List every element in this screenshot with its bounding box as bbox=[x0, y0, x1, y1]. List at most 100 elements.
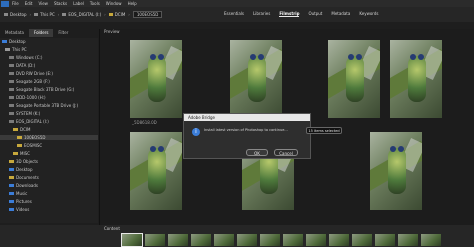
image-thumbnail[interactable] bbox=[390, 40, 442, 118]
filmstrip-thumbnail[interactable] bbox=[260, 234, 280, 246]
tab-filter[interactable]: Filter bbox=[53, 29, 73, 37]
breadcrumb-desktop[interactable]: Desktop bbox=[10, 12, 27, 17]
image-thumbnail[interactable] bbox=[230, 40, 282, 118]
tree-item-label: This PC bbox=[12, 47, 27, 52]
breadcrumb: Desktop › This PC › EOS_DIGITAL (I:) › D… bbox=[4, 11, 163, 18]
tree-item-this-pc[interactable]: This PC bbox=[5, 47, 27, 52]
image-thumbnail[interactable] bbox=[370, 132, 422, 210]
filmstrip-thumbnail[interactable] bbox=[398, 234, 418, 246]
tree-item-data-d[interactable]: DATA (D:) bbox=[9, 63, 35, 68]
dragonfly-eye bbox=[356, 54, 362, 60]
drive-icon bbox=[9, 112, 14, 115]
tree-item-downloads[interactable]: Downloads bbox=[9, 183, 38, 188]
folder-icon bbox=[17, 144, 22, 147]
tree-item-misc[interactable]: MISC bbox=[13, 151, 30, 156]
tree-item-desktop[interactable]: Desktop bbox=[2, 39, 26, 44]
folder-icon bbox=[13, 128, 18, 131]
ok-button[interactable]: OK bbox=[246, 149, 268, 156]
tree-item-desktop-2[interactable]: Desktop bbox=[9, 167, 33, 172]
workspace-metadata[interactable]: Metadata bbox=[331, 11, 350, 17]
computer-icon bbox=[5, 48, 10, 51]
filmstrip-thumbnail[interactable] bbox=[214, 234, 234, 246]
image-thumbnail[interactable] bbox=[328, 40, 380, 118]
tree-item-seagate-f[interactable]: Seagate 2GB (F:) bbox=[9, 79, 50, 84]
breadcrumb-dcim[interactable]: DCIM bbox=[115, 12, 126, 17]
menu-window[interactable]: Window bbox=[106, 1, 122, 6]
folder-tree: Desktop This PC Windows (C:) DATA (D:) D… bbox=[0, 38, 98, 223]
menu-file[interactable]: File bbox=[12, 1, 19, 6]
tree-item-documents[interactable]: Documents bbox=[9, 175, 39, 180]
menu-edit[interactable]: Edit bbox=[25, 1, 33, 6]
workspace-essentials[interactable]: Essentials bbox=[224, 11, 244, 17]
workspace-libraries[interactable]: Libraries bbox=[253, 11, 270, 17]
tree-item-label: DDD-1000 (H:) bbox=[16, 95, 46, 100]
tree-item-seagate-g[interactable]: Seagate Black 3TB Drive (G:) bbox=[9, 87, 74, 92]
tree-item-100eos5d[interactable]: 100EOS5D bbox=[0, 135, 98, 140]
filmstrip-thumbnail[interactable] bbox=[191, 234, 211, 246]
menu-label[interactable]: Label bbox=[73, 1, 84, 6]
tree-item-dvd-e[interactable]: DVD RW Drive (E:) bbox=[9, 71, 53, 76]
workspace-keywords[interactable]: Keywords bbox=[359, 11, 378, 17]
desktop-icon bbox=[4, 13, 8, 16]
preview-title: Preview bbox=[104, 29, 120, 34]
filmstrip-thumbnail[interactable] bbox=[375, 234, 395, 246]
folder-icon bbox=[9, 176, 14, 179]
tree-item-label: SYSTEM (K:) bbox=[16, 111, 41, 116]
tree-item-music[interactable]: Music bbox=[9, 191, 27, 196]
tree-item-eosmisc[interactable]: EOSMISC bbox=[17, 143, 42, 148]
folder-icon bbox=[13, 152, 18, 155]
filmstrip-thumbnail[interactable] bbox=[237, 234, 257, 246]
tree-item-eos-digital[interactable]: EOS_DIGITAL (I:) bbox=[9, 119, 49, 124]
cancel-button[interactable]: Cancel bbox=[274, 149, 298, 156]
filmstrip-thumbnail[interactable] bbox=[121, 233, 143, 247]
tree-item-videos[interactable]: Videos bbox=[9, 207, 29, 212]
tree-item-label: Windows (C:) bbox=[16, 55, 43, 60]
dialog-title: Adobe Bridge bbox=[184, 114, 310, 121]
drive-icon bbox=[9, 88, 14, 91]
desktop-icon bbox=[2, 40, 7, 43]
dragonfly-body bbox=[248, 56, 266, 102]
dragonfly-eye bbox=[150, 54, 156, 60]
breadcrumb-eos-digital[interactable]: EOS_DIGITAL (I:) bbox=[68, 12, 101, 17]
breadcrumb-this-pc[interactable]: This PC bbox=[40, 12, 55, 17]
tab-folders[interactable]: Folders bbox=[28, 29, 54, 37]
music-icon bbox=[9, 192, 14, 195]
filmstrip-thumbnail[interactable] bbox=[283, 234, 303, 246]
desktop-icon bbox=[9, 168, 14, 171]
tree-item-dcim[interactable]: DCIM bbox=[13, 127, 31, 132]
folder-icon bbox=[17, 136, 22, 139]
tree-item-3d-objects[interactable]: 3D Objects bbox=[9, 159, 38, 164]
tree-item-label: Seagate Black 3TB Drive (G:) bbox=[16, 87, 75, 92]
workspace-output[interactable]: Output bbox=[308, 11, 322, 17]
chevron-right-icon: › bbox=[29, 12, 32, 17]
menu-help[interactable]: Help bbox=[128, 1, 137, 6]
dragonfly-eye bbox=[158, 146, 164, 152]
tree-item-windows-c[interactable]: Windows (C:) bbox=[9, 55, 42, 60]
filmstrip-thumbnail[interactable] bbox=[306, 234, 326, 246]
menu-tools[interactable]: Tools bbox=[90, 1, 100, 6]
filmstrip-thumbnail[interactable] bbox=[421, 234, 441, 246]
bridge-logo-icon bbox=[1, 0, 9, 7]
tree-item-label: Desktop bbox=[9, 39, 26, 44]
image-thumbnail[interactable] bbox=[130, 40, 182, 118]
filmstrip-thumbnail[interactable] bbox=[329, 234, 349, 246]
tree-item-ddd-h[interactable]: DDD-1000 (H:) bbox=[9, 95, 46, 100]
tab-metadata[interactable]: Metadata bbox=[0, 29, 29, 37]
chevron-right-icon: › bbox=[57, 12, 60, 17]
menu-view[interactable]: View bbox=[38, 1, 48, 6]
filmstrip-thumbnail[interactable] bbox=[352, 234, 372, 246]
filmstrip-thumbnail[interactable] bbox=[168, 234, 188, 246]
tree-item-system-k[interactable]: SYSTEM (K:) bbox=[9, 111, 40, 116]
dragonfly-body bbox=[148, 56, 166, 102]
filmstrip-thumbnail[interactable] bbox=[145, 234, 165, 246]
workspace-filmstrip[interactable]: Filmstrip bbox=[279, 11, 300, 17]
breadcrumb-current[interactable]: 100EOS5D bbox=[132, 11, 163, 18]
dragonfly-eye bbox=[398, 146, 404, 152]
tree-item-seagate-j[interactable]: Seagate Portable 3TB Drive (J:) bbox=[9, 103, 78, 108]
tree-item-label: Seagate Portable 3TB Drive (J:) bbox=[16, 103, 79, 108]
image-thumbnail[interactable] bbox=[130, 132, 182, 210]
tree-item-pictures[interactable]: Pictures bbox=[9, 199, 32, 204]
thumbnail-caption: _5D8618.0D bbox=[132, 120, 157, 125]
drive-icon bbox=[9, 104, 14, 107]
menu-stacks[interactable]: Stacks bbox=[54, 1, 67, 6]
